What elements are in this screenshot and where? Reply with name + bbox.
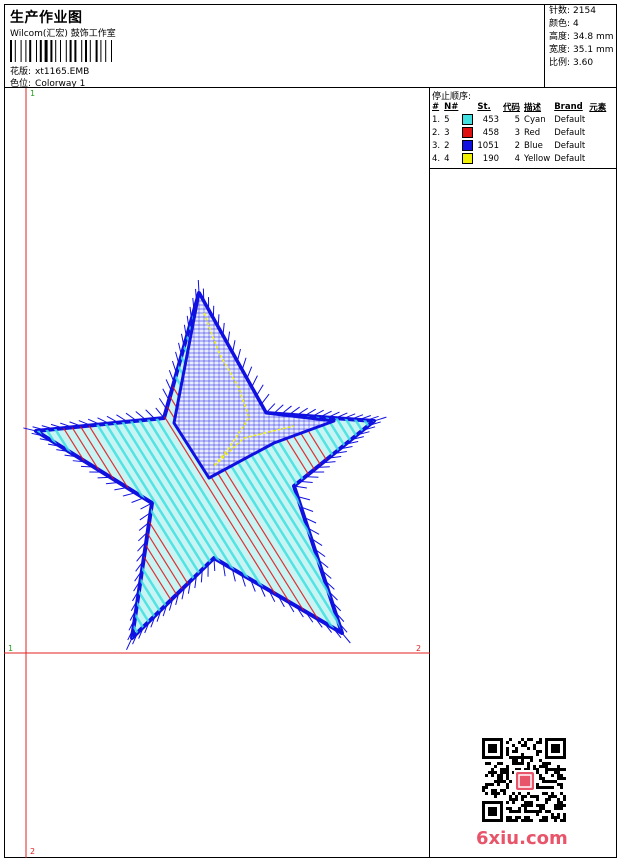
stat-colors-label: 颜色: <box>549 19 570 29</box>
qr-code-image <box>482 738 566 822</box>
row-brand: Default <box>552 126 587 139</box>
col-index: # <box>430 101 442 113</box>
stat-stitches-value: 2154 <box>573 6 596 16</box>
row-stitches: 458 <box>475 126 501 139</box>
page-title: 生产作业图 <box>10 7 83 27</box>
col-element: 元素 <box>587 101 608 113</box>
row-description: Blue <box>522 139 552 152</box>
design-drawing: 1 1 2 2 <box>4 88 430 858</box>
barcode-image <box>10 40 134 62</box>
row-swatch <box>460 113 475 126</box>
row-element <box>587 113 608 126</box>
row-description: Cyan <box>522 113 552 126</box>
row-element <box>587 152 608 165</box>
row-element <box>587 126 608 139</box>
stop-sequence-divider <box>430 168 617 169</box>
star-embroidery <box>4 280 430 688</box>
row-index: 1. <box>430 113 442 126</box>
table-row: 3.210512BlueDefault <box>430 139 608 152</box>
color-swatch <box>462 153 473 164</box>
row-needle: 3 <box>442 126 460 139</box>
stat-height-label: 高度: <box>549 32 570 42</box>
table-row: 1.54535CyanDefault <box>430 113 608 126</box>
col-description: 描述 <box>522 101 552 113</box>
table-row: 4.41904YellowDefault <box>430 152 608 165</box>
stat-colors-value: 4 <box>573 19 579 29</box>
stat-width-label: 宽度: <box>549 45 570 55</box>
col-brand: Brand <box>552 101 587 113</box>
stat-height-value: 34.8 mm <box>573 32 613 42</box>
left-marker: 1 <box>8 644 13 653</box>
row-stitches: 1051 <box>475 139 501 152</box>
row-stitches: 453 <box>475 113 501 126</box>
table-row: 2.34583RedDefault <box>430 126 608 139</box>
stat-scale: 比例:3.60 <box>549 58 593 69</box>
col-stitches: St. <box>475 101 501 113</box>
row-code: 3 <box>501 126 522 139</box>
stat-scale-value: 3.60 <box>573 58 593 68</box>
row-code: 4 <box>501 152 522 165</box>
row-needle: 5 <box>442 113 460 126</box>
row-swatch <box>460 126 475 139</box>
design-canvas: 1 1 2 2 <box>4 88 430 858</box>
col-code: 代码 <box>501 101 522 113</box>
stat-scale-label: 比例: <box>549 58 570 68</box>
row-index: 2. <box>430 126 442 139</box>
color-swatch <box>462 114 473 125</box>
row-swatch <box>460 152 475 165</box>
top-left-marker: 1 <box>30 89 35 98</box>
watermark-logo: 6xiu.com <box>476 828 568 849</box>
stop-sequence-table: # N# St. 代码 描述 Brand 元素 1.54535CyanDefau… <box>430 101 608 165</box>
header-panel: 生产作业图 Wilcom(汇宏) 鼓饰工作室 花版:xt1165.EMB 色位:… <box>4 4 545 88</box>
color-swatch <box>462 140 473 151</box>
color-swatch <box>462 127 473 138</box>
row-description: Yellow <box>522 152 552 165</box>
stat-stitches: 针数:2154 <box>549 6 596 17</box>
row-needle: 4 <box>442 152 460 165</box>
row-stitches: 190 <box>475 152 501 165</box>
row-brand: Default <box>552 152 587 165</box>
row-brand: Default <box>552 113 587 126</box>
row-index: 3. <box>430 139 442 152</box>
bottom-marker: 2 <box>30 847 35 856</box>
row-element <box>587 139 608 152</box>
row-code: 2 <box>501 139 522 152</box>
row-needle: 2 <box>442 139 460 152</box>
row-description: Red <box>522 126 552 139</box>
row-index: 4. <box>430 152 442 165</box>
stats-panel: 针数:2154 颜色:4 高度:34.8 mm 宽度:35.1 mm 比例:3.… <box>545 4 617 88</box>
stat-colors: 颜色:4 <box>549 19 579 30</box>
stat-width-value: 35.1 mm <box>573 45 613 55</box>
stop-sequence-panel: 停止顺序: # N# St. 代码 描述 Brand 元素 1.54535Cya… <box>430 88 617 858</box>
table-header-row: # N# St. 代码 描述 Brand 元素 <box>430 101 608 113</box>
col-needle: N# <box>442 101 460 113</box>
company-name: Wilcom(汇宏) 鼓饰工作室 <box>10 26 116 39</box>
col-swatch <box>460 101 475 113</box>
row-swatch <box>460 139 475 152</box>
stat-width: 宽度:35.1 mm <box>549 45 613 56</box>
stat-height: 高度:34.8 mm <box>549 32 613 43</box>
right-marker: 2 <box>416 644 421 653</box>
row-code: 5 <box>501 113 522 126</box>
stat-stitches-label: 针数: <box>549 6 570 16</box>
row-brand: Default <box>552 139 587 152</box>
